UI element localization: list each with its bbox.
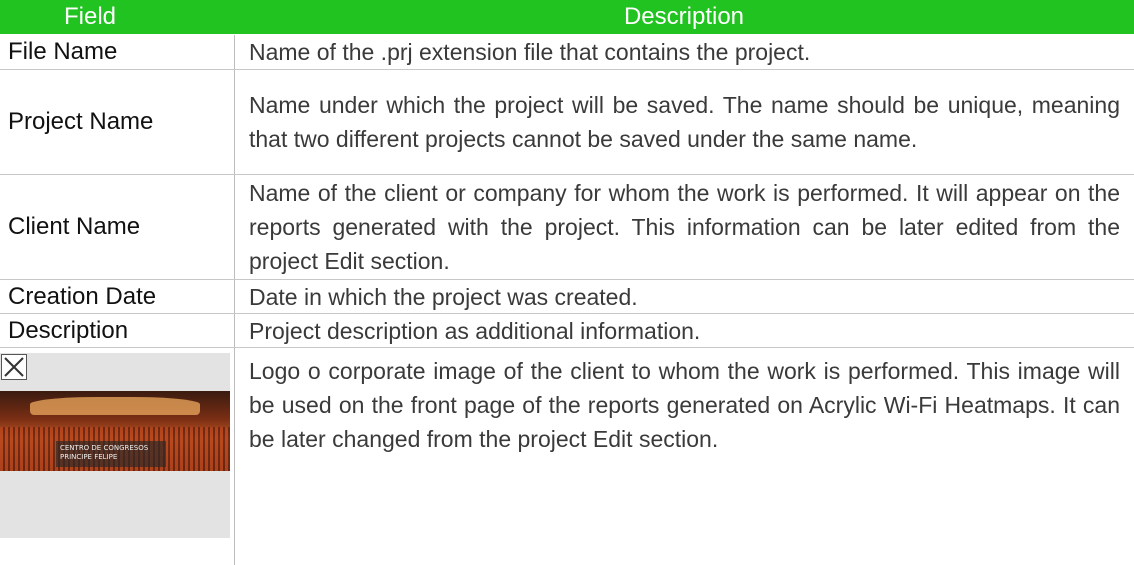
field-name: Project Name	[8, 108, 154, 135]
auditorium-photo: CENTRO DE CONGRESOS PRINCIPE FELIPE	[0, 391, 230, 471]
broken-image-icon	[1, 354, 27, 380]
field-description-cell: Name of the .prj extension file that con…	[234, 35, 1134, 69]
field-name: Client Name	[8, 213, 141, 240]
field-description: Logo o corporate image of the client to …	[249, 358, 1120, 452]
fields-table: Field Description File Name Name of the …	[0, 0, 1134, 565]
table-row: Creation Date Date in which the project …	[0, 280, 1134, 313]
field-description-cell: Logo o corporate image of the client to …	[234, 348, 1134, 565]
field-name: File Name	[8, 38, 118, 65]
field-description: Name under which the project will be sav…	[249, 92, 1120, 152]
photo-caption-line2: PRINCIPE FELIPE	[60, 453, 118, 461]
photo-caption: CENTRO DE CONGRESOS PRINCIPE FELIPE	[56, 441, 166, 467]
field-description-cell: Date in which the project was created.	[234, 280, 1134, 313]
table-header: Field Description	[0, 0, 1134, 34]
field-description: Name of the client or company for whom t…	[249, 180, 1120, 274]
table-row: Description Project description as addit…	[0, 314, 1134, 347]
table-row: Client Name Name of the client or compan…	[0, 175, 1134, 279]
stage	[30, 397, 200, 415]
client-logo-image: CENTRO DE CONGRESOS PRINCIPE FELIPE	[0, 353, 230, 538]
field-description: Name of the .prj extension file that con…	[249, 39, 811, 65]
field-name: Creation Date	[8, 282, 157, 310]
header-description: Description	[623, 3, 745, 30]
logo-cell: CENTRO DE CONGRESOS PRINCIPE FELIPE	[0, 348, 234, 565]
table-row: CENTRO DE CONGRESOS PRINCIPE FELIPE Logo…	[0, 348, 1134, 565]
header-field: Field	[63, 3, 117, 30]
field-name: Description	[8, 316, 129, 344]
field-description: Project description as additional inform…	[249, 317, 701, 344]
field-description: Date in which the project was created.	[249, 283, 638, 310]
table-row: File Name Name of the .prj extension fil…	[0, 35, 1134, 69]
field-description-cell: Name of the client or company for whom t…	[234, 175, 1134, 279]
table-row: Project Name Name under which the projec…	[0, 70, 1134, 174]
field-description-cell: Project description as additional inform…	[234, 314, 1134, 347]
photo-caption-line1: CENTRO DE CONGRESOS	[60, 444, 149, 452]
field-description-cell: Name under which the project will be sav…	[234, 70, 1134, 174]
